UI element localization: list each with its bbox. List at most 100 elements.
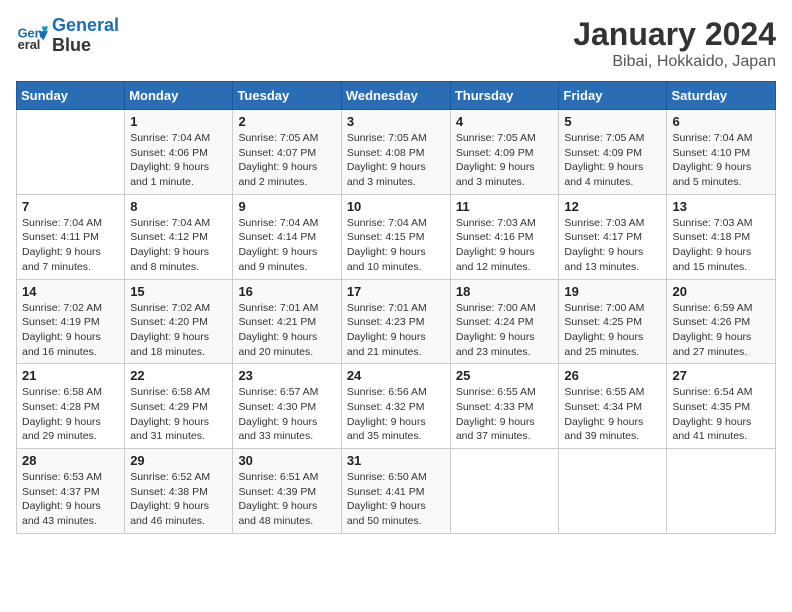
title-area: January 2024 Bibai, Hokkaido, Japan	[573, 16, 776, 71]
day-info: Sunrise: 7:00 AMSunset: 4:25 PMDaylight:…	[564, 301, 661, 360]
empty-day-cell	[450, 449, 559, 534]
empty-day-cell	[559, 449, 667, 534]
day-cell: 11 Sunrise: 7:03 AMSunset: 4:16 PMDayligh…	[450, 194, 559, 279]
day-number: 4	[456, 114, 554, 129]
day-number: 12	[564, 199, 661, 214]
day-cell: 8 Sunrise: 7:04 AMSunset: 4:12 PMDaylight…	[125, 194, 233, 279]
day-cell: 19 Sunrise: 7:00 AMSunset: 4:25 PMDayligh…	[559, 279, 667, 364]
calendar-week-row: 21Sunrise: 6:58 AMSunset: 4:28 PMDayligh…	[17, 364, 776, 449]
calendar-week-row: 1 Sunrise: 7:04 AMSunset: 4:06 PMDaylight…	[17, 110, 776, 195]
logo: Gen eral General Blue	[16, 16, 119, 56]
day-info: Sunrise: 6:54 AMSunset: 4:35 PMDaylight:…	[672, 385, 770, 444]
day-info: Sunrise: 7:04 AMSunset: 4:14 PMDaylight:…	[238, 216, 335, 275]
day-info: Sunrise: 7:03 AMSunset: 4:17 PMDaylight:…	[564, 216, 661, 275]
day-info: Sunrise: 7:05 AMSunset: 4:09 PMDaylight:…	[456, 131, 554, 190]
logo-icon: Gen eral	[16, 20, 48, 52]
day-info: Sunrise: 6:52 AMSunset: 4:38 PMDaylight:…	[130, 470, 227, 529]
day-info: Sunrise: 6:59 AMSunset: 4:26 PMDaylight:…	[672, 301, 770, 360]
day-cell: 4 Sunrise: 7:05 AMSunset: 4:09 PMDaylight…	[450, 110, 559, 195]
day-number: 15	[130, 284, 227, 299]
day-cell: 25Sunrise: 6:55 AMSunset: 4:33 PMDayligh…	[450, 364, 559, 449]
day-cell: 30 Sunrise: 6:51 AMSunset: 4:39 PMDayligh…	[233, 449, 341, 534]
day-info: Sunrise: 7:04 AMSunset: 4:15 PMDaylight:…	[347, 216, 445, 275]
day-cell: 22 Sunrise: 6:58 AMSunset: 4:29 PMDayligh…	[125, 364, 233, 449]
day-info: Sunrise: 6:51 AMSunset: 4:39 PMDaylight:…	[238, 470, 335, 529]
day-info: Sunrise: 6:56 AMSunset: 4:32 PMDaylight:…	[347, 385, 445, 444]
location-subtitle: Bibai, Hokkaido, Japan	[573, 53, 776, 71]
day-cell: 31 Sunrise: 6:50 AMSunset: 4:41 PMDayligh…	[341, 449, 450, 534]
day-number: 18	[456, 284, 554, 299]
day-number: 9	[238, 199, 335, 214]
day-cell: 24 Sunrise: 6:56 AMSunset: 4:32 PMDayligh…	[341, 364, 450, 449]
page-header: Gen eral General Blue January 2024 Bibai…	[16, 16, 776, 71]
calendar-table: SundayMondayTuesdayWednesdayThursdayFrid…	[16, 81, 776, 534]
weekday-header-tuesday: Tuesday	[233, 82, 341, 110]
day-info: Sunrise: 6:55 AMSunset: 4:33 PMDaylight:…	[456, 385, 554, 444]
day-cell: 10 Sunrise: 7:04 AMSunset: 4:15 PMDayligh…	[341, 194, 450, 279]
day-number: 19	[564, 284, 661, 299]
logo-text-line1: General	[52, 16, 119, 36]
day-number: 2	[238, 114, 335, 129]
day-info: Sunrise: 7:04 AMSunset: 4:10 PMDaylight:…	[672, 131, 770, 190]
day-info: Sunrise: 6:50 AMSunset: 4:41 PMDaylight:…	[347, 470, 445, 529]
day-cell: 9 Sunrise: 7:04 AMSunset: 4:14 PMDaylight…	[233, 194, 341, 279]
day-cell: 6 Sunrise: 7:04 AMSunset: 4:10 PMDaylight…	[667, 110, 776, 195]
day-number: 31	[347, 453, 445, 468]
day-info: Sunrise: 6:55 AMSunset: 4:34 PMDaylight:…	[564, 385, 661, 444]
day-info: Sunrise: 7:00 AMSunset: 4:24 PMDaylight:…	[456, 301, 554, 360]
calendar-week-row: 7 Sunrise: 7:04 AMSunset: 4:11 PMDaylight…	[17, 194, 776, 279]
day-info: Sunrise: 7:04 AMSunset: 4:06 PMDaylight:…	[130, 131, 227, 190]
day-number: 11	[456, 199, 554, 214]
day-cell: 21Sunrise: 6:58 AMSunset: 4:28 PMDayligh…	[17, 364, 125, 449]
weekday-header-friday: Friday	[559, 82, 667, 110]
day-cell: 2Sunrise: 7:05 AMSunset: 4:07 PMDaylight…	[233, 110, 341, 195]
calendar-week-row: 28 Sunrise: 6:53 AMSunset: 4:37 PMDayligh…	[17, 449, 776, 534]
day-number: 17	[347, 284, 445, 299]
day-info: Sunrise: 7:04 AMSunset: 4:12 PMDaylight:…	[130, 216, 227, 275]
weekday-header-row: SundayMondayTuesdayWednesdayThursdayFrid…	[17, 82, 776, 110]
day-cell: 28 Sunrise: 6:53 AMSunset: 4:37 PMDayligh…	[17, 449, 125, 534]
day-number: 3	[347, 114, 445, 129]
day-cell: 3 Sunrise: 7:05 AMSunset: 4:08 PMDaylight…	[341, 110, 450, 195]
day-number: 28	[22, 453, 119, 468]
day-info: Sunrise: 7:03 AMSunset: 4:18 PMDaylight:…	[672, 216, 770, 275]
day-number: 22	[130, 368, 227, 383]
day-info: Sunrise: 6:57 AMSunset: 4:30 PMDaylight:…	[238, 385, 335, 444]
day-cell: 27 Sunrise: 6:54 AMSunset: 4:35 PMDayligh…	[667, 364, 776, 449]
weekday-header-sunday: Sunday	[17, 82, 125, 110]
day-cell: 29Sunrise: 6:52 AMSunset: 4:38 PMDayligh…	[125, 449, 233, 534]
day-cell: 18 Sunrise: 7:00 AMSunset: 4:24 PMDayligh…	[450, 279, 559, 364]
svg-text:eral: eral	[18, 37, 41, 52]
day-number: 24	[347, 368, 445, 383]
day-number: 27	[672, 368, 770, 383]
day-number: 1	[130, 114, 227, 129]
day-cell: 1 Sunrise: 7:04 AMSunset: 4:06 PMDaylight…	[125, 110, 233, 195]
weekday-header-monday: Monday	[125, 82, 233, 110]
day-cell: 12 Sunrise: 7:03 AMSunset: 4:17 PMDayligh…	[559, 194, 667, 279]
day-info: Sunrise: 7:03 AMSunset: 4:16 PMDaylight:…	[456, 216, 554, 275]
day-number: 23	[238, 368, 335, 383]
weekday-header-wednesday: Wednesday	[341, 82, 450, 110]
day-number: 8	[130, 199, 227, 214]
day-info: Sunrise: 7:02 AMSunset: 4:20 PMDaylight:…	[130, 301, 227, 360]
calendar-week-row: 14Sunrise: 7:02 AMSunset: 4:19 PMDayligh…	[17, 279, 776, 364]
day-number: 13	[672, 199, 770, 214]
day-cell: 16Sunrise: 7:01 AMSunset: 4:21 PMDayligh…	[233, 279, 341, 364]
day-cell: 14Sunrise: 7:02 AMSunset: 4:19 PMDayligh…	[17, 279, 125, 364]
day-info: Sunrise: 7:05 AMSunset: 4:09 PMDaylight:…	[564, 131, 661, 190]
empty-day-cell	[667, 449, 776, 534]
day-number: 10	[347, 199, 445, 214]
day-number: 20	[672, 284, 770, 299]
day-number: 5	[564, 114, 661, 129]
day-info: Sunrise: 7:04 AMSunset: 4:11 PMDaylight:…	[22, 216, 119, 275]
day-number: 7	[22, 199, 119, 214]
day-number: 30	[238, 453, 335, 468]
day-info: Sunrise: 7:05 AMSunset: 4:08 PMDaylight:…	[347, 131, 445, 190]
weekday-header-saturday: Saturday	[667, 82, 776, 110]
day-number: 14	[22, 284, 119, 299]
day-number: 26	[564, 368, 661, 383]
day-number: 6	[672, 114, 770, 129]
day-info: Sunrise: 6:58 AMSunset: 4:29 PMDaylight:…	[130, 385, 227, 444]
day-info: Sunrise: 6:53 AMSunset: 4:37 PMDaylight:…	[22, 470, 119, 529]
day-cell: 26 Sunrise: 6:55 AMSunset: 4:34 PMDayligh…	[559, 364, 667, 449]
